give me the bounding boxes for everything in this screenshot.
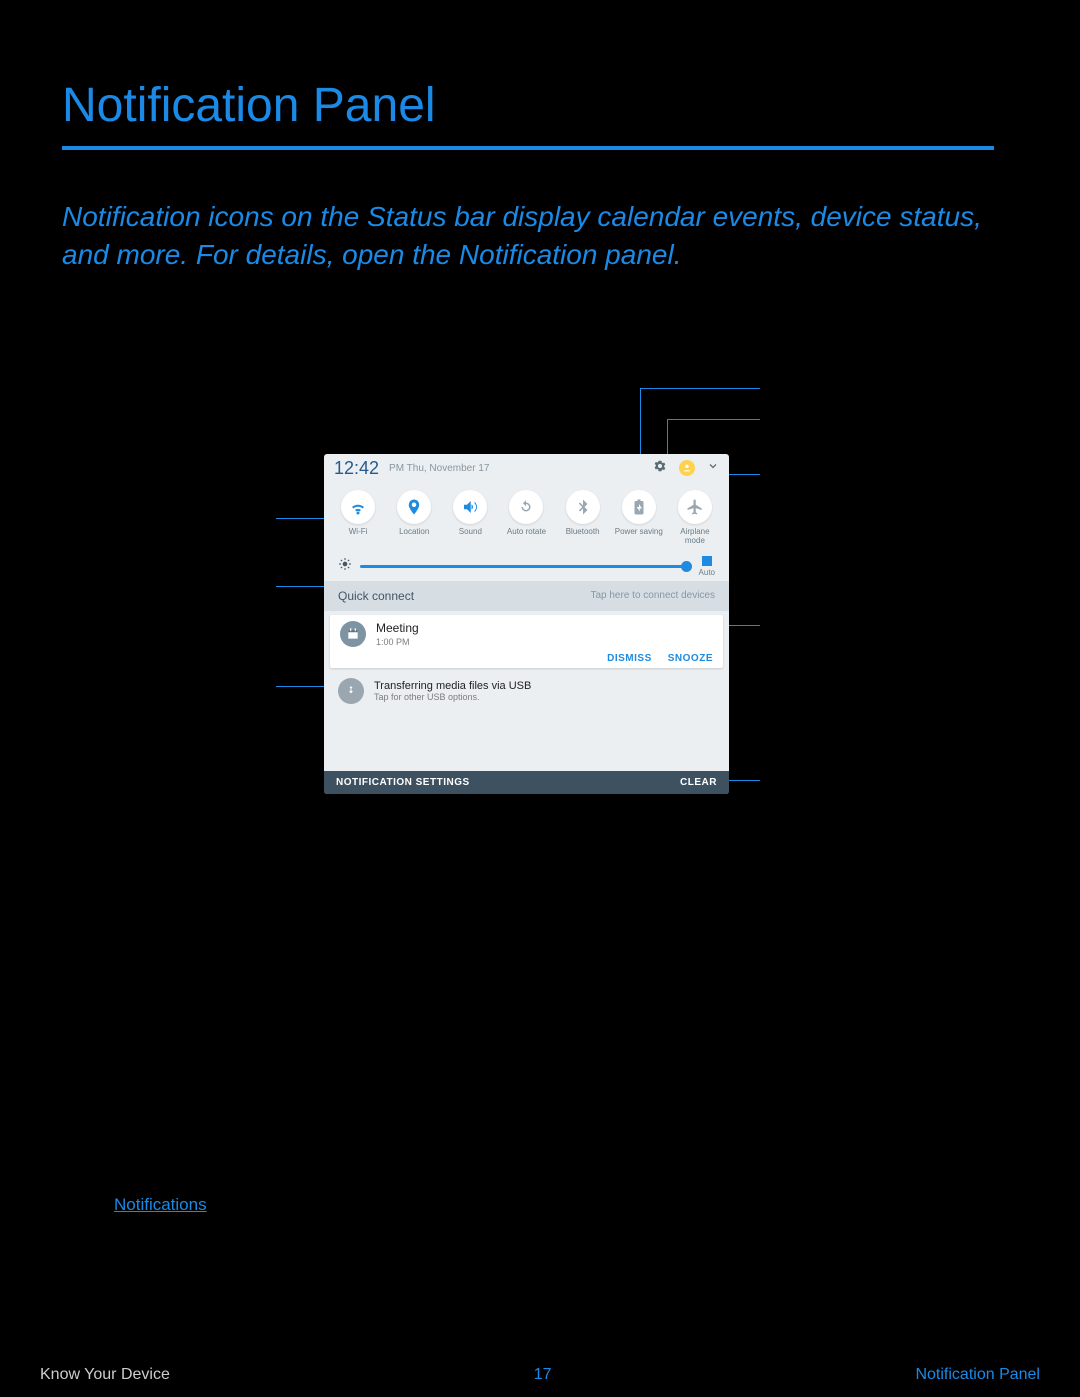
status-time: 12:42 (334, 458, 379, 479)
connector-line (276, 686, 324, 687)
notification-subtitle: 1:00 PM (376, 637, 419, 647)
qs-airplane-mode[interactable]: Airplane mode (670, 490, 720, 546)
qs-label: Auto rotate (507, 528, 546, 537)
usb-icon (338, 678, 364, 704)
title-rule (62, 146, 994, 150)
footer-page-number: 17 (534, 1366, 552, 1384)
qs-sound[interactable]: Sound (445, 490, 495, 546)
connector-line (729, 780, 760, 781)
notification-settings-button[interactable]: NOTIFICATION SETTINGS (336, 777, 470, 788)
qs-power-saving[interactable]: Power saving (614, 490, 664, 546)
connector-line (729, 474, 760, 475)
qs-label: Wi-Fi (349, 528, 368, 537)
quick-connect-hint: Tap here to connect devices (590, 590, 715, 601)
page-title: Notification Panel (62, 78, 436, 133)
quick-connect-title: Quick connect (338, 589, 414, 603)
clear-button[interactable]: CLEAR (680, 777, 717, 788)
qs-wifi[interactable]: Wi-Fi (333, 490, 383, 546)
footer-topic: Notification Panel (915, 1366, 1040, 1384)
connector-line (640, 388, 760, 389)
connector-line (729, 625, 760, 626)
notification-title: Transferring media files via USB (374, 680, 531, 692)
chevron-down-icon[interactable] (707, 459, 719, 477)
snooze-button[interactable]: SNOOZE (668, 653, 713, 664)
status-bar: 12:42 PM Thu, November 17 (324, 454, 729, 482)
connector-line (667, 419, 760, 420)
connector-line (276, 586, 324, 587)
dismiss-button[interactable]: DISMISS (607, 653, 652, 664)
quick-connect-bar[interactable]: Quick connect Tap here to connect device… (324, 581, 729, 611)
notifications-link[interactable]: Notifications (114, 1195, 207, 1214)
brightness-auto-toggle[interactable]: Auto (699, 556, 715, 577)
brightness-icon (338, 557, 352, 576)
notification-subtitle: Tap for other USB options. (374, 692, 531, 702)
qs-location[interactable]: Location (389, 490, 439, 546)
qs-bluetooth[interactable]: Bluetooth (558, 490, 608, 546)
qs-label: Bluetooth (566, 528, 600, 537)
notification-row[interactable]: Transferring media files via USB Tap for… (324, 672, 729, 710)
status-date: PM Thu, November 17 (389, 463, 647, 474)
notification-title: Meeting (376, 621, 419, 635)
notification-card[interactable]: Meeting 1:00 PM DISMISS SNOOZE (330, 615, 723, 668)
quick-settings-row: Wi-Fi Location Sound Auto rotate Bluetoo… (324, 482, 729, 548)
qs-label: Location (399, 528, 429, 537)
qs-label: Airplane mode (670, 528, 720, 546)
qs-auto-rotate[interactable]: Auto rotate (501, 490, 551, 546)
brightness-auto-label: Auto (699, 568, 715, 577)
footer-section: Know Your Device (40, 1366, 170, 1384)
qs-label: Sound (459, 528, 482, 537)
brightness-slider-row: Auto (324, 548, 729, 581)
settings-icon[interactable] (653, 459, 667, 478)
brightness-slider[interactable] (360, 565, 691, 568)
intro-paragraph: Notification icons on the Status bar dis… (62, 198, 992, 274)
notification-panel-mock: 12:42 PM Thu, November 17 Wi-Fi Location… (324, 454, 729, 794)
calendar-icon (340, 621, 366, 647)
qs-label: Power saving (615, 528, 663, 537)
profile-icon[interactable] (679, 460, 695, 476)
connector-line (276, 518, 324, 519)
page-footer: Know Your Device 17 Notification Panel (0, 1353, 1080, 1397)
panel-footer: NOTIFICATION SETTINGS CLEAR (324, 771, 729, 794)
